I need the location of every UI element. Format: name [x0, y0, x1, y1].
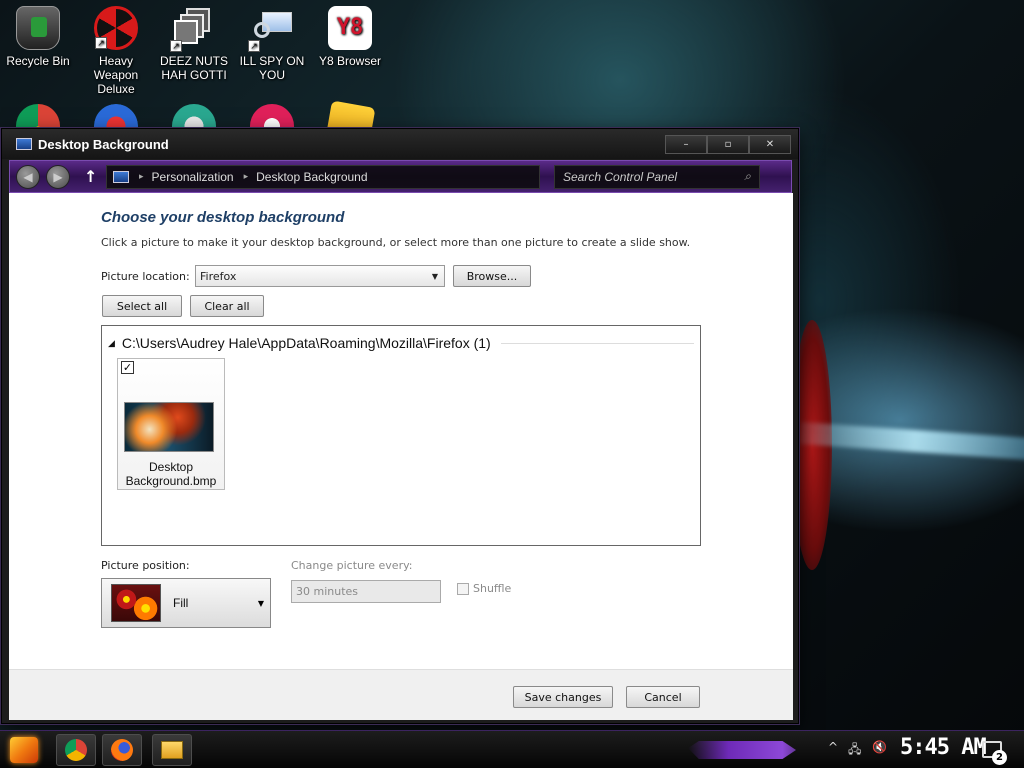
forward-button[interactable]: ▶: [46, 164, 70, 189]
picture-position-dropdown[interactable]: Fill ▼: [101, 578, 271, 628]
maximize-button[interactable]: ▫: [707, 134, 749, 154]
picture-position-label: Picture position:: [101, 559, 190, 572]
taskbar-chrome[interactable]: [56, 734, 96, 766]
desktop-icon-recycle-bin[interactable]: Recycle Bin: [0, 0, 76, 68]
picture-location-value: Firefox: [200, 269, 237, 283]
window-title: Desktop Background: [38, 136, 169, 152]
taskbar-file-explorer[interactable]: [152, 734, 192, 766]
shortcut-arrow-icon: ↗: [170, 40, 182, 52]
minimize-button[interactable]: –: [665, 134, 707, 154]
gallery-group-path: C:\Users\Audrey Hale\AppData\Roaming\Moz…: [121, 335, 491, 351]
checkbox-box: [457, 582, 469, 595]
content-pane: Choose your desktop background Click a p…: [9, 193, 793, 720]
browse-button[interactable]: Browse...: [453, 265, 531, 287]
close-button[interactable]: ✕: [749, 134, 791, 154]
tray-overflow-chevron[interactable]: ^: [828, 740, 838, 754]
breadcrumb-separator: ▸: [243, 171, 249, 181]
wallpaper-light-streak: [799, 422, 1024, 460]
y8-browser-icon: Y8: [328, 6, 372, 50]
desktop-icon-deez-nuts[interactable]: ↗ DEEZ NUTS HAH GOTTI: [156, 0, 232, 82]
desktop-icon-heavy-weapon[interactable]: ↗ Heavy Weapon Deluxe: [78, 0, 154, 96]
desktop-icon-label: ILL SPY ON YOU: [239, 54, 305, 82]
divider: [500, 342, 694, 344]
picture-location-dropdown[interactable]: Firefox ▼: [195, 265, 445, 287]
search-box[interactable]: ⌕: [554, 164, 760, 189]
back-button[interactable]: ◀: [16, 164, 40, 189]
desktop-icon-label: DEEZ NUTS HAH GOTTI: [159, 54, 228, 82]
picture-position-value: Fill: [173, 596, 189, 610]
clear-all-button[interactable]: Clear all: [190, 295, 264, 317]
desktop-icon-ill-spy[interactable]: ↗ ILL SPY ON YOU: [234, 0, 310, 82]
gallery-group-header[interactable]: ◢ C:\Users\Audrey Hale\AppData\Roaming\M…: [108, 335, 694, 351]
network-icon[interactable]: 🖧: [848, 740, 861, 761]
search-input[interactable]: [563, 169, 733, 184]
desktop-icon-label: Heavy Weapon Deluxe: [93, 54, 139, 96]
shuffle-checkbox: Shuffle: [457, 582, 511, 595]
control-panel-icon: [113, 170, 129, 183]
collapse-arrow-icon[interactable]: ◢: [108, 338, 115, 349]
page-description: Click a picture to make it your desktop …: [101, 236, 691, 249]
picture-thumbnail: [124, 402, 214, 452]
search-icon[interactable]: ⌕: [744, 169, 751, 184]
y8-glyph: Y8: [336, 15, 364, 40]
up-button[interactable]: ↑: [84, 167, 100, 186]
address-bar[interactable]: ▸ Personalization ▸ Desktop Background: [106, 164, 540, 189]
picture-location-label: Picture location:: [101, 270, 190, 283]
shortcut-arrow-icon: ↗: [95, 37, 107, 49]
cancel-button[interactable]: Cancel: [626, 686, 700, 708]
breadcrumb-desktop-background[interactable]: Desktop Background: [256, 170, 367, 184]
volume-muted-icon[interactable]: 🔇: [872, 740, 887, 754]
change-interval-dropdown: 30 minutes: [291, 580, 441, 603]
taskbar-decoration: [688, 741, 796, 759]
save-changes-button[interactable]: Save changes: [513, 686, 613, 708]
desktop-icon-y8-browser[interactable]: Y8 Y8 Browser: [312, 0, 388, 68]
recycle-bin-icon: [16, 6, 60, 50]
taskbar-firefox[interactable]: [102, 734, 142, 766]
select-all-button[interactable]: Select all: [102, 295, 182, 317]
navigation-bar: ◀ ▶ ↑ ▸ Personalization ▸ Desktop Backgr…: [9, 160, 792, 193]
control-panel-icon: [16, 138, 32, 150]
network-search-icon: ↗: [248, 6, 294, 52]
stacked-windows-icon: ↗: [170, 6, 216, 52]
picture-tile[interactable]: ✓ Desktop Background.bmp: [117, 358, 225, 490]
picture-gallery[interactable]: ◢ C:\Users\Audrey Hale\AppData\Roaming\M…: [101, 325, 701, 546]
position-preview-image: [111, 584, 161, 622]
picture-filename: Desktop Background.bmp: [125, 460, 217, 488]
breadcrumb-personalization[interactable]: Personalization: [152, 170, 234, 184]
picture-checkbox[interactable]: ✓: [121, 361, 134, 374]
footer-bar: Save changes Cancel: [9, 669, 793, 720]
chrome-icon: [65, 739, 87, 761]
radiation-icon: ↗: [94, 6, 138, 50]
breadcrumb-separator: ▸: [139, 171, 144, 181]
file-explorer-icon: [161, 741, 183, 759]
chevron-down-icon: ▼: [431, 271, 438, 281]
notification-count-badge: 2: [992, 750, 1007, 765]
shuffle-label: Shuffle: [473, 582, 512, 595]
desktop-background-window: Desktop Background – ▫ ✕ ◀ ▶ ↑ ▸ Persona…: [1, 128, 799, 724]
start-button[interactable]: [10, 737, 38, 763]
title-bar[interactable]: Desktop Background – ▫ ✕: [2, 129, 798, 159]
shortcut-arrow-icon: ↗: [248, 40, 260, 52]
change-picture-label: Change picture every:: [291, 559, 413, 572]
chevron-down-icon: ▼: [257, 598, 264, 608]
page-title: Choose your desktop background: [101, 209, 345, 226]
taskbar-clock[interactable]: 5:45 AM: [900, 735, 987, 760]
firefox-icon: [111, 739, 133, 761]
desktop-icon-label: Y8 Browser: [318, 54, 382, 68]
taskbar: ^ 🖧 🔇 5:45 AM 2: [0, 730, 1024, 768]
change-interval-value: 30 minutes: [296, 585, 359, 598]
desktop-icon-label: Recycle Bin: [6, 54, 70, 68]
